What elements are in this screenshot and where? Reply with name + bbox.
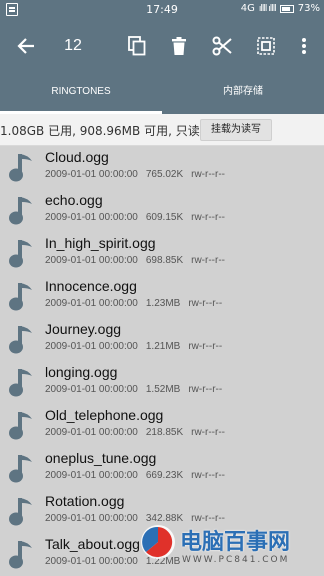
file-list: Cloud.ogg 2009-01-01 00:00:00 765.02K rw-r-… [0,146,324,576]
back-button[interactable] [8,20,44,72]
file-name: Journey.ogg [45,321,122,337]
file-permissions: rw-r--r-- [188,341,223,352]
watermark-url: WWW.PC841.COM [182,555,290,565]
copy-button[interactable] [122,20,152,72]
file-size: 1.52MB [145,384,181,395]
file-permissions: rw-r--r-- [191,255,225,266]
music-note-icon [9,412,32,440]
select-all-icon [257,37,275,55]
file-row[interactable]: echo.ogg 2009-01-01 00:00:00 609.15K rw-r--… [0,189,324,232]
file-date: 2009-01-01 00:00:00 [45,212,138,223]
file-size: 609.15K [145,212,184,223]
file-meta: 2009-01-01 00:00:00 1.52MB rw-r--r-- [45,384,230,395]
file-meta: 2009-01-01 00:00:00 1.23MB rw-r--r-- [45,298,230,309]
storage-info-bar: 1.08GB 已用, 908.96MB 可用, 只读 挂载为读写 [0,114,324,146]
file-name: oneplus_tune.ogg [45,450,157,466]
file-row[interactable]: Innocence.ogg 2009-01-01 00:00:00 1.23MB rw… [0,275,324,318]
music-note-icon [9,326,32,354]
file-meta: 2009-01-01 00:00:00 1.21MB rw-r--r-- [45,341,230,352]
file-size: 218.85K [145,427,184,438]
delete-icon [172,37,186,55]
tab-internal-storage[interactable]: 内部存储 [162,72,324,114]
music-note-icon [9,283,32,311]
file-row[interactable]: oneplus_tune.ogg 2009-01-01 00:00:00 669.2… [0,447,324,490]
file-row[interactable]: longing.ogg 2009-01-01 00:00:00 1.52MB rw-r… [0,361,324,404]
file-size: 765.02K [145,169,184,180]
copy-icon [128,36,146,56]
watermark-logo-icon [141,525,175,559]
file-row[interactable]: Cloud.ogg 2009-01-01 00:00:00 765.02K rw-r-… [0,146,324,189]
music-note-icon [9,455,32,483]
network-type: 4G [240,3,255,14]
file-date: 2009-01-01 00:00:00 [45,169,138,180]
file-date: 2009-01-01 00:00:00 [45,341,138,352]
cut-button[interactable] [206,20,238,72]
file-permissions: rw-r--r-- [191,470,225,481]
remount-rw-button[interactable]: 挂载为读写 [200,119,272,141]
file-size: 1.23MB [145,298,181,309]
file-name: In_high_spirit.ogg [45,235,156,251]
music-note-icon [9,154,32,182]
tab-ringtones[interactable]: RINGTONES [0,72,162,114]
file-meta: 2009-01-01 00:00:00 218.85K rw-r--r-- [45,427,233,438]
more-options-button[interactable] [292,20,316,72]
file-date: 2009-01-01 00:00:00 [45,384,138,395]
battery-icon [279,4,294,13]
file-meta: 2009-01-01 00:00:00 698.85K rw-r--r-- [45,255,233,266]
file-meta: 2009-01-01 00:00:00 609.15K rw-r--r-- [45,212,233,223]
music-note-icon [9,197,32,225]
status-indicators: 4G ıllll ıllll 73% [241,3,320,14]
watermark-text: 电脑百事网 [180,530,291,555]
file-permissions: rw-r--r-- [188,384,223,395]
file-name: longing.ogg [45,364,118,380]
cut-icon [212,36,232,56]
more-vert-icon [302,38,306,54]
file-date: 2009-01-01 00:00:00 [45,556,138,567]
music-note-icon [9,541,32,569]
select-all-button[interactable] [250,20,282,72]
delete-button[interactable] [164,20,194,72]
watermark: 电脑百事网 WWW.PC841.COM [138,522,324,576]
file-permissions: rw-r--r-- [191,212,225,223]
file-row[interactable]: Old_telephone.ogg 2009-01-01 00:00:00 218.… [0,404,324,447]
file-name: echo.ogg [45,192,103,208]
file-name: Rotation.ogg [45,493,125,509]
status-bar: 17:49 4G ıllll ıllll 73% [0,0,324,20]
file-date: 2009-01-01 00:00:00 [45,427,138,438]
music-note-icon [9,498,32,526]
file-permissions: rw-r--r-- [188,298,223,309]
selection-toolbar: 12 [0,20,324,72]
file-date: 2009-01-01 00:00:00 [45,298,138,309]
file-name: Talk_about.ogg [45,536,140,552]
location-tabs: RINGTONES 内部存储 [0,72,324,114]
file-size: 1.21MB [145,341,181,352]
music-note-icon [9,240,32,268]
battery-percent: 73% [297,3,320,14]
file-name: Old_telephone.ogg [45,407,164,423]
file-size: 698.85K [145,255,184,266]
file-date: 2009-01-01 00:00:00 [45,513,138,524]
file-name: Cloud.ogg [45,149,109,165]
file-row[interactable]: In_high_spirit.ogg 2009-01-01 00:00:00 698… [0,232,324,275]
back-arrow-icon [17,38,34,54]
file-meta: 2009-01-01 00:00:00 669.23K rw-r--r-- [45,470,233,481]
storage-info-text: 1.08GB 已用, 908.96MB 可用, 只读 [0,124,200,138]
file-size: 669.23K [145,470,184,481]
selected-count: 12 [64,37,82,54]
file-name: Innocence.ogg [45,278,137,294]
file-meta: 2009-01-01 00:00:00 765.02K rw-r--r-- [45,169,233,180]
file-date: 2009-01-01 00:00:00 [45,470,138,481]
music-note-icon [9,369,32,397]
file-permissions: rw-r--r-- [191,169,225,180]
file-row[interactable]: Journey.ogg 2009-01-01 00:00:00 1.21MB rw-r… [0,318,324,361]
file-permissions: rw-r--r-- [191,427,225,438]
signal-icon: ıllll ıllll [258,3,277,14]
file-date: 2009-01-01 00:00:00 [45,255,138,266]
